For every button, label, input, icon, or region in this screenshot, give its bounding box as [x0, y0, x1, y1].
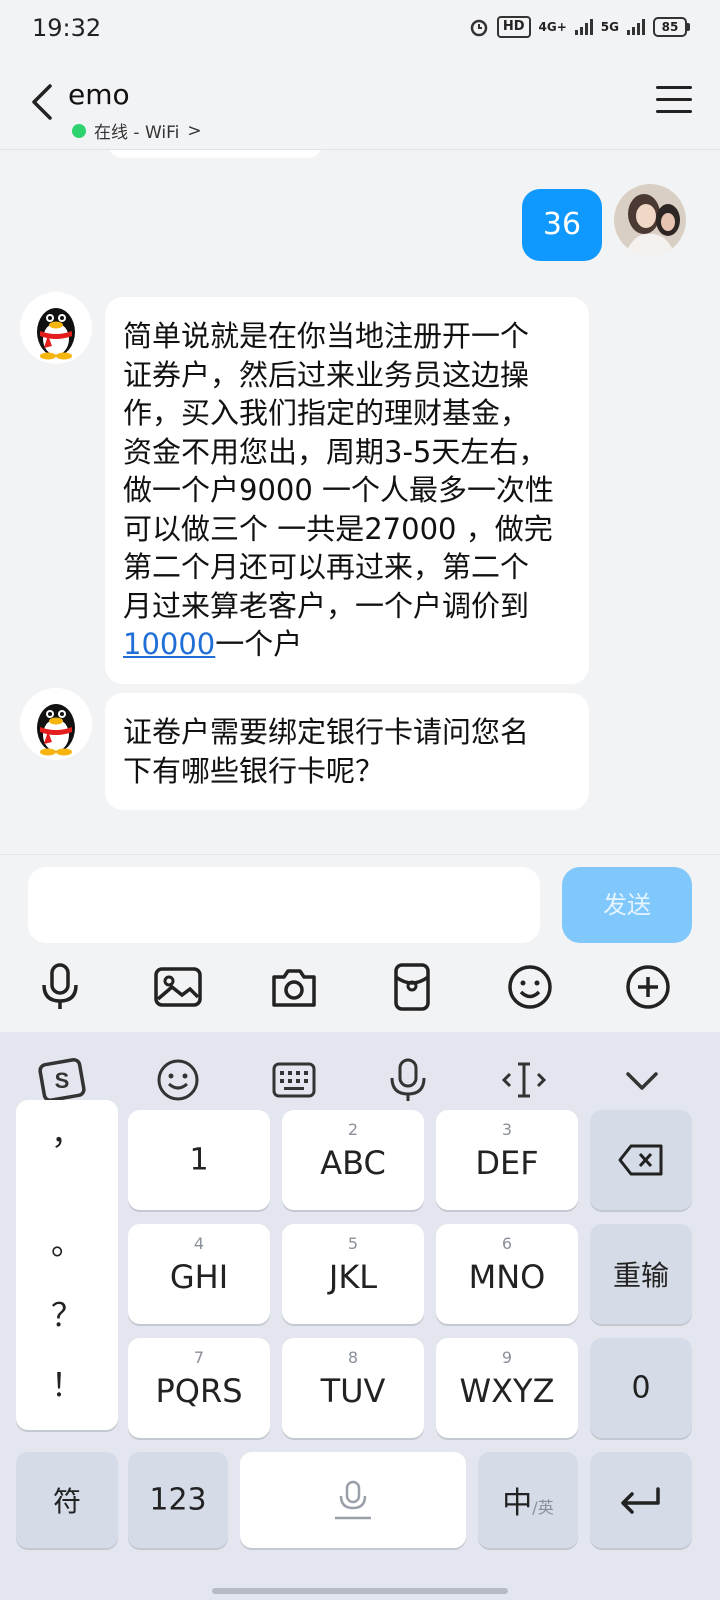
punctuation-question[interactable]: ？ — [16, 1290, 118, 1336]
key-def[interactable]: 3 DEF — [436, 1110, 578, 1210]
key-pqrs[interactable]: 7 PQRS — [128, 1338, 270, 1438]
status-icons: HD 4G+ 5G 85 — [469, 16, 690, 38]
key-abc[interactable]: 2 ABC — [282, 1110, 424, 1210]
message-line: 10000一个户 — [123, 625, 569, 664]
space-key[interactable] — [240, 1452, 466, 1548]
message-line: 证卷户需要绑定银行卡请问您名 — [123, 715, 530, 749]
chevron-right-icon: > — [187, 120, 202, 141]
svg-text:S: S — [55, 1068, 70, 1093]
composer: 发送 — [0, 854, 720, 1032]
punctuation-column[interactable]: ， 。 ？ ！ — [16, 1100, 118, 1430]
backspace-icon — [618, 1144, 663, 1176]
signal-icon-1 — [574, 19, 593, 35]
plus-icon[interactable] — [620, 959, 676, 1015]
cursor-icon[interactable] — [498, 1054, 550, 1106]
key-0[interactable]: 0 — [590, 1338, 692, 1438]
emoji-icon[interactable] — [502, 959, 558, 1015]
sogou-logo-icon[interactable]: S — [36, 1054, 88, 1106]
punctuation-period[interactable]: 。 — [16, 1218, 118, 1264]
presence-status[interactable]: 在线 - WiFi > — [72, 118, 202, 143]
space-mic-icon — [335, 1480, 371, 1520]
status-bar: 19:32 HD 4G+ 5G 85 — [0, 0, 720, 58]
home-indicator[interactable] — [212, 1588, 508, 1594]
message-line: 第二个月还可以再过来，第二个 — [123, 550, 530, 584]
message-line: 月过来算老客户，一个户调价到 — [123, 588, 530, 623]
punctuation-comma[interactable]: ， — [16, 1108, 118, 1154]
enter-key[interactable] — [590, 1452, 692, 1548]
key-jkl[interactable]: 5 JKL — [282, 1224, 424, 1324]
keyboard-icon[interactable] — [268, 1054, 320, 1106]
message-line: 简单说就是在你当地注册开一个 — [123, 319, 530, 353]
message-bubble-outgoing[interactable]: 36 — [522, 189, 602, 261]
user-avatar[interactable] — [614, 184, 686, 256]
message-line-tail: 一个户 — [215, 627, 303, 661]
send-button[interactable]: 发送 — [562, 867, 692, 943]
key-tuv[interactable]: 8 TUV — [282, 1338, 424, 1438]
key-wxyz[interactable]: 9 WXYZ — [436, 1338, 578, 1438]
message-line: 证券户，然后过来业务员这边操 — [123, 357, 530, 392]
key-1[interactable]: 1 — [128, 1110, 270, 1210]
key-mno[interactable]: 6 MNO — [436, 1224, 578, 1324]
hd-badge: HD — [496, 16, 531, 38]
previous-message-bubble — [108, 150, 322, 158]
message-list[interactable]: 36 简单说就是在你当地注册开一个 证券户，然后过来业务员这边操 作，买入我们指… — [0, 150, 720, 854]
language-switch-key[interactable]: 中/英 — [478, 1452, 578, 1548]
punctuation-exclamation[interactable]: ！ — [16, 1360, 118, 1406]
message-input[interactable] — [28, 867, 540, 943]
message-bubble-incoming[interactable]: 简单说就是在你当地注册开一个 证券户，然后过来业务员这边操 作，买入我们指定的理… — [105, 297, 589, 684]
symbols-key[interactable]: 符 — [16, 1452, 118, 1548]
battery-level: 85 — [653, 17, 687, 37]
signal-icon-2 — [627, 19, 645, 35]
voice-icon[interactable] — [382, 1054, 434, 1106]
message-line: 资金不用您出，周期3-5天左右， — [123, 434, 548, 469]
camera-icon[interactable] — [266, 959, 322, 1015]
contact-name[interactable]: emo — [68, 78, 130, 111]
message-line: 做一个户9000 一个人最多一次性 — [123, 473, 555, 507]
phone-number-link[interactable]: 10000 — [123, 627, 215, 661]
menu-icon[interactable] — [656, 86, 692, 118]
status-time: 19:32 — [32, 14, 102, 42]
image-icon[interactable] — [150, 959, 206, 1015]
contact-avatar-penguin[interactable] — [20, 688, 92, 760]
collapse-icon[interactable] — [616, 1054, 668, 1106]
contact-avatar-penguin[interactable] — [20, 292, 92, 364]
network-label-2: 5G — [600, 20, 619, 34]
numbers-key[interactable]: 123 — [128, 1452, 228, 1548]
back-arrow-icon[interactable] — [24, 80, 64, 124]
composer-toolbar — [0, 951, 720, 1021]
message-line: 可以做三个 一共是27000 ，做完 — [123, 511, 553, 546]
message-text: 36 — [542, 207, 582, 242]
emoji-icon[interactable] — [152, 1054, 204, 1106]
message-line: 作，买入我们指定的理财基金， — [123, 396, 530, 430]
online-dot-icon — [72, 123, 86, 138]
chat-header: emo 在线 - WiFi > — [0, 58, 720, 150]
presence-text: 在线 - WiFi — [94, 123, 180, 143]
reenter-key[interactable]: 重输 — [590, 1224, 692, 1324]
language-sub: /英 — [532, 1498, 554, 1517]
language-main: 中 — [502, 1486, 533, 1521]
microphone-icon[interactable] — [32, 959, 88, 1015]
backspace-key[interactable] — [590, 1110, 692, 1210]
alarm-icon — [470, 19, 488, 37]
enter-icon — [621, 1487, 660, 1514]
red-packet-icon[interactable] — [384, 959, 440, 1015]
key-ghi[interactable]: 4 GHI — [128, 1224, 270, 1324]
battery-icon: 85 — [653, 17, 690, 37]
network-label-1: 4G+ — [538, 20, 567, 34]
message-bubble-incoming[interactable]: 证卷户需要绑定银行卡请问您名 下有哪些银行卡呢？ — [105, 693, 589, 810]
message-line: 下有哪些银行卡呢？ — [123, 753, 385, 788]
